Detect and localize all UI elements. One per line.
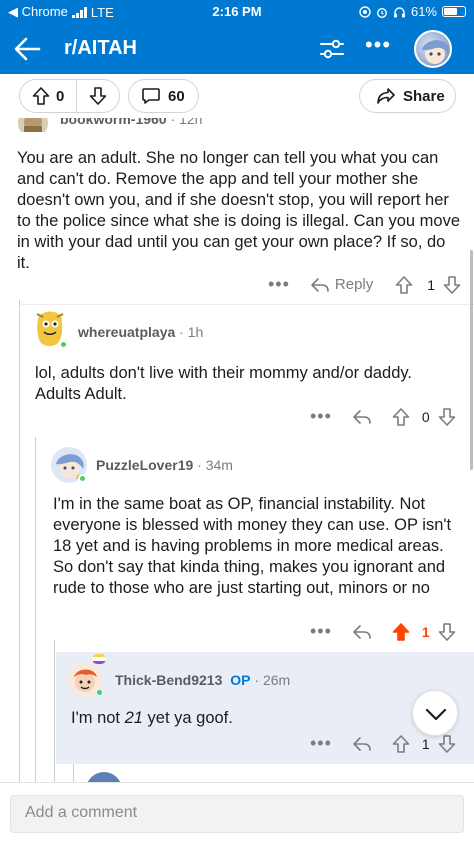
comment-author[interactable]: PuzzleLover19 xyxy=(96,457,193,473)
comment-actions: ••• 0 xyxy=(310,406,456,427)
reply-label[interactable]: Reply xyxy=(335,276,373,293)
comment-body-text-end: yet ya goof. xyxy=(142,709,233,727)
comment-time: 12h xyxy=(179,118,203,127)
comment-body: You are an adult. She no longer can tell… xyxy=(17,149,460,272)
downvote-icon[interactable] xyxy=(438,622,456,642)
comment-divider xyxy=(19,304,474,305)
comment-body: lol, adults don't live with their mommy … xyxy=(35,364,413,403)
comment-actions: ••• 1 xyxy=(310,621,456,642)
meta-separator: · xyxy=(179,324,184,340)
bookworm-avatar[interactable] xyxy=(18,118,48,132)
post-comment-count: 60 xyxy=(168,87,185,105)
flair-badge xyxy=(92,654,106,664)
thread-line-level1 xyxy=(19,300,20,782)
comment-author-line: PuzzleLover19 · 34m xyxy=(96,457,233,473)
scroll-down-button[interactable] xyxy=(412,690,458,736)
comment-score: 1 xyxy=(421,623,430,640)
upvote-filled-icon[interactable] xyxy=(392,622,410,642)
more-options-icon[interactable]: ••• xyxy=(364,34,392,60)
upvote-icon[interactable] xyxy=(395,275,413,295)
meta-separator: · xyxy=(197,457,202,473)
comment-body-text: I'm not xyxy=(71,709,125,727)
comment-author[interactable]: bookworm-1960 xyxy=(60,118,167,127)
comment-more-icon[interactable]: ••• xyxy=(310,621,332,642)
comment-actions: ••• Reply 1 xyxy=(268,274,461,295)
comment-score: 0 xyxy=(421,408,430,425)
post-action-bar: 0 60 Share xyxy=(0,74,474,118)
share-arrow-icon xyxy=(377,88,395,104)
status-right: 61% xyxy=(359,4,466,19)
alarm-icon xyxy=(376,7,387,18)
comment-score: 1 xyxy=(421,735,430,752)
downvote-icon[interactable] xyxy=(89,86,107,106)
share-button[interactable]: Share xyxy=(359,79,456,113)
comment-body-emphasis: 21 xyxy=(124,709,143,727)
reply-icon[interactable] xyxy=(352,736,372,752)
comment-score: 1 xyxy=(427,276,436,293)
comment-time: 34m xyxy=(205,457,233,473)
upvote-icon[interactable] xyxy=(392,734,410,754)
meta-separator: · xyxy=(254,672,260,688)
comment-body: I'm in the same boat as OP, financial in… xyxy=(53,495,452,597)
comment-author-line: bookworm-1960 · 12h xyxy=(60,118,202,127)
scrollbar[interactable] xyxy=(470,250,473,470)
comment-composer-bar: Add a comment xyxy=(0,782,474,842)
sort-filter-icon[interactable] xyxy=(318,37,346,61)
comment-author-line: whereuatplaya · 1h xyxy=(78,324,203,340)
subreddit-title[interactable]: r/AITAH xyxy=(64,37,137,60)
post-vote-count: 0 xyxy=(56,87,65,105)
comment-more-icon[interactable]: ••• xyxy=(310,733,332,754)
upvote-icon[interactable] xyxy=(32,86,50,106)
comment-author[interactable]: whereuatplaya xyxy=(78,324,175,340)
post-vote-pill: 0 xyxy=(19,79,120,113)
comment-header-clipped: bookworm-1960 · 12h xyxy=(0,118,474,132)
status-bar: ◀ Chrome LTE 2:16 PM 61% xyxy=(0,0,474,24)
meta-separator: · xyxy=(170,118,176,127)
online-indicator xyxy=(95,688,104,697)
comment-author[interactable]: Thick-Bend9213 xyxy=(115,672,222,688)
comment-bookworm: bookworm-1960 · 12h You are an adult. Sh… xyxy=(0,118,474,300)
upvote-icon[interactable] xyxy=(392,407,410,427)
vote-divider xyxy=(76,79,78,113)
back-arrow-icon[interactable] xyxy=(12,35,42,63)
share-label: Share xyxy=(403,87,445,105)
add-comment-input[interactable]: Add a comment xyxy=(10,795,464,833)
chevron-down-icon xyxy=(425,708,447,721)
comment-more-icon[interactable]: ••• xyxy=(310,406,332,427)
reply-icon[interactable] xyxy=(310,277,330,293)
op-badge: OP xyxy=(230,672,251,688)
comment-more-icon[interactable]: ••• xyxy=(268,274,290,295)
downvote-icon[interactable] xyxy=(443,275,461,295)
comment-time: 1h xyxy=(187,324,204,340)
comment-author-line: Thick-Bend9213 OP · 26m xyxy=(115,672,290,688)
next-comment-avatar xyxy=(86,772,122,782)
thread-line-level3 xyxy=(54,640,55,782)
comments-pill[interactable]: 60 xyxy=(128,79,199,113)
battery-icon xyxy=(442,6,466,17)
location-icon xyxy=(359,5,371,18)
thread-line-level2 xyxy=(35,437,36,782)
bookworm-avatar-art xyxy=(24,118,42,132)
user-avatar-art xyxy=(422,40,450,66)
comment-body: I'm not 21 yet ya goof. xyxy=(71,708,401,729)
comment-time: 26m xyxy=(262,672,291,688)
reply-icon[interactable] xyxy=(352,409,372,425)
battery-percent: 61% xyxy=(410,4,437,19)
online-indicator xyxy=(78,474,87,483)
downvote-icon[interactable] xyxy=(438,407,456,427)
headphones-icon xyxy=(393,6,405,17)
thread-line-level4 xyxy=(73,764,74,782)
app-header: r/AITAH ••• xyxy=(0,24,474,74)
comment-bubble-icon xyxy=(142,88,160,104)
online-indicator xyxy=(59,340,68,349)
user-avatar[interactable] xyxy=(414,30,452,68)
reply-icon[interactable] xyxy=(352,624,372,640)
